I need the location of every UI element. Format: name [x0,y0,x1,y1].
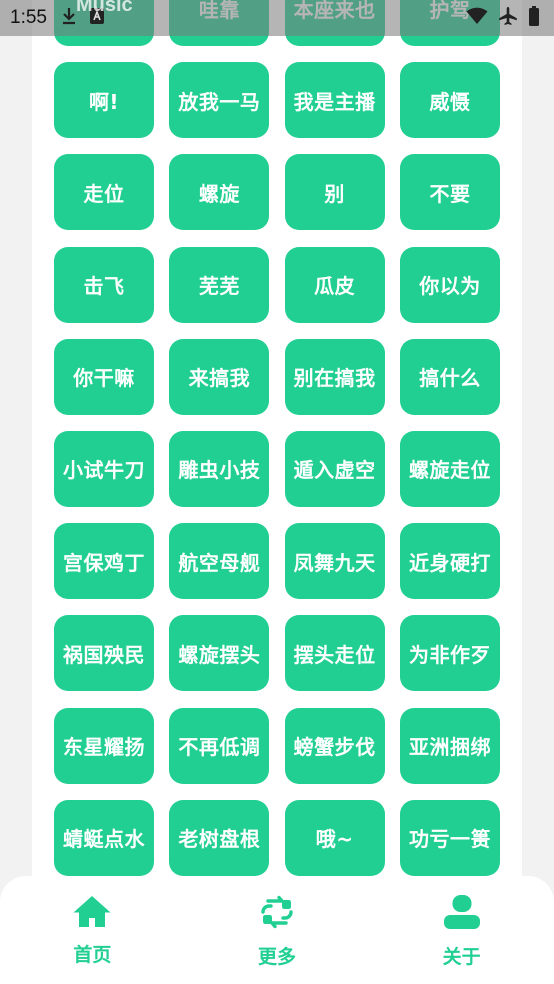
sound-button[interactable]: 不再低调 [169,707,270,784]
sound-button[interactable]: 螺旋走位 [399,430,500,507]
status-time: 1:55 [10,7,47,28]
download-icon [61,7,77,29]
sound-button[interactable]: 蜻蜓点水 [54,799,154,876]
battery-icon [528,6,540,30]
nav-about-label: 关于 [442,946,481,968]
sound-button[interactable]: 放我一马 [169,62,270,139]
sound-button[interactable]: 近身硬打 [399,523,500,600]
airplane-icon [498,6,518,30]
sound-button[interactable]: 我是主播 [284,62,385,139]
sound-button[interactable]: 祸国殃民 [54,615,154,692]
sound-button[interactable]: 威慑 [399,62,500,139]
sound-button[interactable]: 别 [284,154,385,231]
nav-about[interactable]: 关于 [402,876,522,969]
refresh-swap-icon [259,894,295,934]
app-title-peek: Music [76,0,133,16]
home-icon [72,894,112,932]
sound-button-row: 东星耀扬 不再低调 螃蟹步伐 亚洲捆绑 [54,707,500,784]
sound-button-grid: 哇靠本座来也护驾啊!放我一马我是主播威慑走位螺旋别不要击飞芜芜瓜皮你以为你干嘛来… [54,0,500,892]
nav-home[interactable]: 首页 [32,876,152,967]
wifi-icon [466,7,488,29]
sound-button[interactable]: 螺旋摆头 [169,615,270,692]
sound-button[interactable]: 别在搞我 [284,338,385,415]
user-icon [443,894,481,934]
sound-button[interactable]: 为非作歹 [399,615,500,692]
sound-button[interactable]: 宫保鸡丁 [54,523,154,600]
sound-button[interactable]: 你干嘛 [54,338,154,415]
sound-button[interactable]: 亚洲捆绑 [399,707,500,784]
sound-button[interactable]: 哦~ [284,799,385,876]
sound-button[interactable]: 雕虫小技 [169,430,270,507]
sound-button[interactable]: 遁入虚空 [284,430,385,507]
sound-button[interactable]: 搞什么 [399,338,500,415]
nav-more[interactable]: 更多 [217,876,337,969]
sound-button-row: 小试牛刀 雕虫小技 遁入虚空 螺旋走位 [54,430,500,507]
sound-button[interactable]: 老树盘根 [169,799,270,876]
sound-button[interactable]: 走位 [54,154,154,231]
sound-button[interactable]: 凤舞九天 [284,523,385,600]
app-screen: 哇靠本座来也护驾啊!放我一马我是主播威慑走位螺旋别不要击飞芜芜瓜皮你以为你干嘛来… [0,0,554,984]
sound-button[interactable]: 小试牛刀 [54,430,154,507]
sound-button[interactable]: 芜芜 [169,246,270,323]
sound-button[interactable]: 功亏一篑 [399,799,500,876]
nav-more-label: 更多 [257,946,296,968]
nav-home-label: 首页 [73,944,112,966]
sound-button[interactable]: 啊! [54,62,154,139]
sound-button[interactable]: 螃蟹步伐 [284,707,385,784]
sound-button[interactable]: 来搞我 [169,338,270,415]
sound-button[interactable]: 你以为 [399,246,500,323]
sound-button[interactable]: 击飞 [54,246,154,323]
sound-button-row: 宫保鸡丁 航空母舰 凤舞九天 近身硬打 [54,523,500,600]
sound-button[interactable]: 东星耀扬 [54,707,154,784]
sound-button-row: 啊! 放我一马 我是主播 威慑 [54,62,500,139]
sound-button[interactable]: 摆头走位 [284,615,385,692]
sound-button-row: 祸国殃民 螺旋摆头 摆头走位 为非作歹 [54,615,500,692]
sound-button[interactable]: 航空母舰 [169,523,270,600]
sound-button[interactable]: 螺旋 [169,154,270,231]
sound-button[interactable]: 不要 [399,154,500,231]
bottom-navigation: 首页 更多 关于 [0,876,554,984]
sound-button[interactable]: 瓜皮 [284,246,385,323]
sound-button-row: 击飞 芜芜 瓜皮 你以为 [54,246,500,323]
sound-button-row: 你干嘛 来搞我 别在搞我 搞什么 [54,338,500,415]
sound-button-row: 蜻蜓点水 老树盘根 哦~ 功亏一篑 [54,799,500,876]
sound-button-row: 走位 螺旋别不要 [54,154,500,231]
